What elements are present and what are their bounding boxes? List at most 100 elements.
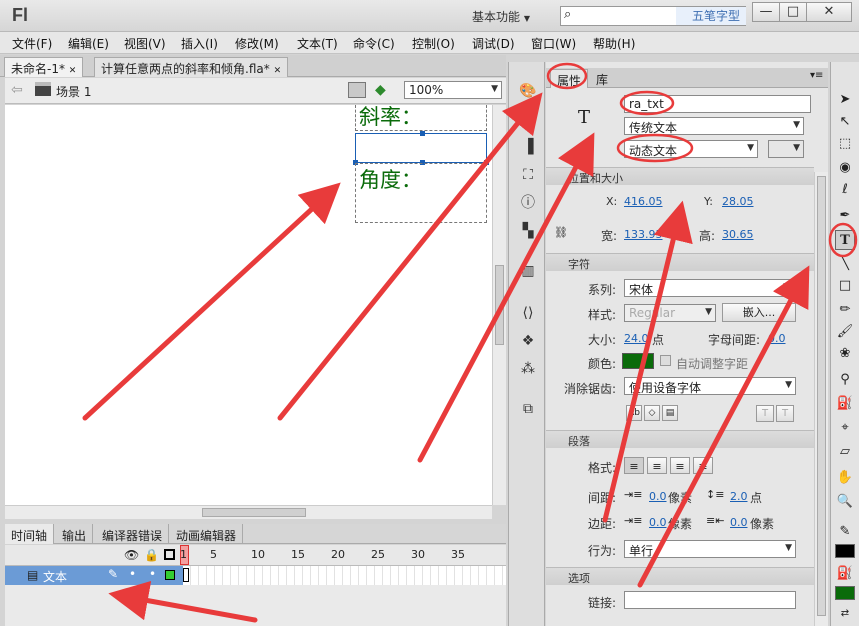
actionscript-icon[interactable]: ⟨⟩ (519, 304, 537, 322)
outline-icon[interactable] (164, 549, 175, 560)
tab-fla-file[interactable]: 计算任意两点的斜率和倾角.fla* ✕ (94, 57, 289, 77)
autokern-checkbox[interactable] (660, 355, 671, 366)
swatches-icon[interactable]: ▦ (519, 110, 537, 128)
workspace-switcher[interactable]: 基本功能 ▼ (472, 8, 530, 25)
menu-modify[interactable]: 修改(M) (235, 35, 279, 52)
menu-window[interactable]: 窗口(W) (531, 35, 576, 52)
minimize-button[interactable]: — (752, 2, 780, 22)
stroke-color-swatch[interactable] (835, 544, 855, 558)
scroll-thumb[interactable] (817, 176, 826, 616)
font-size-value[interactable]: 24.0 (624, 332, 649, 345)
anti-alias-select[interactable]: 使用设备字体 (624, 377, 796, 395)
transform-icon[interactable]: ⛶ (519, 166, 537, 184)
tab-output[interactable]: 输出 (56, 524, 94, 544)
layer-color-swatch[interactable] (165, 570, 175, 580)
selection-handle[interactable] (420, 131, 425, 136)
align-justify-icon[interactable]: ≡ (693, 457, 713, 474)
layer-name[interactable]: 文本 (43, 568, 67, 585)
free-transform-tool-icon[interactable]: ⬚ (835, 134, 855, 154)
static-text-box-slope[interactable]: 斜率： (355, 105, 487, 131)
x-value[interactable]: 416.05 (624, 195, 663, 208)
rectangle-tool-icon[interactable]: □ (835, 276, 855, 296)
paint-bucket-tool-icon[interactable]: ⛽ (835, 394, 855, 414)
left-margin-value[interactable]: 0.0 (649, 516, 667, 529)
tab-properties[interactable]: 属性 (550, 69, 589, 88)
eraser-tool-icon[interactable]: ▱ (835, 442, 855, 462)
menu-help[interactable]: 帮助(H) (593, 35, 635, 52)
3d-rotation-tool-icon[interactable]: ◉ (835, 158, 855, 178)
brush-tool-icon[interactable]: 🖌 (835, 322, 855, 342)
section-paragraph[interactable]: 段落 (546, 430, 814, 448)
keyframe[interactable] (183, 568, 189, 582)
eye-icon[interactable]: 👁 (124, 548, 139, 562)
color-palette-icon[interactable]: 🎨 (519, 82, 537, 100)
pencil-tool-icon[interactable]: ✏ (835, 300, 855, 320)
bone-tool-icon[interactable]: ⚲ (835, 370, 855, 390)
font-family-select[interactable]: 宋体 (624, 279, 794, 297)
menu-debug[interactable]: 调试(D) (472, 35, 515, 52)
scene-panel-icon[interactable]: ▚ (519, 222, 537, 240)
tab-motion-editor[interactable]: 动画编辑器 (170, 524, 244, 544)
stage-horizontal-scrollbar[interactable] (5, 505, 492, 519)
orientation-select[interactable] (768, 140, 804, 158)
pen-tool-icon[interactable]: ✒ (835, 206, 855, 226)
tab-compiler-errors[interactable]: 编译器错误 (96, 524, 170, 544)
align-left-icon[interactable]: ≡ (624, 457, 644, 474)
dot-icon[interactable]: • (129, 567, 136, 581)
line-tool-icon[interactable]: ╲ (835, 254, 855, 274)
close-window-button[interactable]: ✕ (806, 2, 852, 22)
text-tool-icon[interactable]: T (835, 230, 855, 250)
align-center-icon[interactable]: ≡ (647, 457, 667, 474)
section-character[interactable]: 字符 (546, 253, 814, 271)
info-icon[interactable]: ⓘ (519, 194, 537, 212)
maximize-button[interactable]: □ (779, 2, 807, 22)
deco-tool-icon[interactable]: ❀ (835, 344, 855, 364)
scroll-thumb[interactable] (202, 508, 306, 517)
section-options[interactable]: 选项 (546, 567, 814, 585)
letter-spacing-value[interactable]: 0.0 (768, 332, 786, 345)
text-color-swatch[interactable] (622, 353, 654, 369)
motion-presets-icon[interactable]: ⁂ (519, 360, 537, 378)
stage-vertical-scrollbar[interactable] (492, 105, 506, 505)
selectable-toggle[interactable]: Ab (626, 405, 642, 421)
y-value[interactable]: 28.05 (722, 195, 754, 208)
stroke-color-icon[interactable]: ✎ (835, 522, 855, 542)
back-arrow-icon[interactable]: ⇦ (11, 82, 23, 98)
menu-commands[interactable]: 命令(C) (353, 35, 395, 52)
fill-color-swatch[interactable] (835, 586, 855, 600)
layer-row-selected[interactable]: ▤ 文本 ✎ • • (5, 566, 183, 585)
close-icon[interactable]: ✕ (274, 66, 282, 76)
library-icon[interactable]: ▥ (519, 262, 537, 280)
section-position-size[interactable]: 位置和大小 (546, 167, 814, 185)
stage[interactable]: 斜率： 角度： (5, 105, 492, 505)
line-spacing-value[interactable]: 2.0 (730, 490, 748, 503)
zoom-select[interactable]: 100% (404, 81, 502, 99)
components-icon[interactable]: ❖ (519, 332, 537, 350)
lock-icon[interactable]: 🔒 (144, 548, 159, 562)
panel-menu-icon[interactable]: ▾≡ (810, 70, 823, 81)
instance-name-input[interactable]: ra_txt (624, 95, 811, 113)
align-icon[interactable]: ▐ (519, 138, 537, 156)
edit-symbol-icon[interactable]: ◆ (375, 82, 393, 98)
history-icon[interactable]: ⧉ (519, 400, 537, 418)
tab-untitled-1[interactable]: 未命名-1* ✕ (4, 57, 84, 77)
embed-button[interactable]: 嵌入... (722, 303, 796, 322)
height-value[interactable]: 30.65 (722, 228, 754, 241)
zoom-tool-icon[interactable]: 🔍 (835, 492, 855, 512)
text-engine-select[interactable]: 传统文本 (624, 117, 804, 135)
swap-colors-icon[interactable]: ⇄ (835, 604, 855, 624)
right-margin-value[interactable]: 0.0 (730, 516, 748, 529)
hand-tool-icon[interactable]: ✋ (835, 468, 855, 488)
menu-file[interactable]: 文件(F) (12, 35, 52, 52)
tab-library[interactable]: 库 (590, 69, 614, 88)
menu-insert[interactable]: 插入(I) (181, 35, 218, 52)
menu-control[interactable]: 控制(O) (412, 35, 455, 52)
edit-scene-icon[interactable] (348, 82, 366, 98)
layer-row[interactable]: ▤ 文本 ✎ • • (5, 566, 506, 585)
align-right-icon[interactable]: ≡ (670, 457, 690, 474)
fill-color-icon[interactable]: ⛽ (835, 564, 855, 584)
dynamic-text-box-selected[interactable] (353, 131, 489, 165)
width-value[interactable]: 133.95 (624, 228, 663, 241)
render-html-toggle[interactable]: ◇ (644, 405, 660, 421)
frame-strip[interactable] (183, 566, 506, 585)
